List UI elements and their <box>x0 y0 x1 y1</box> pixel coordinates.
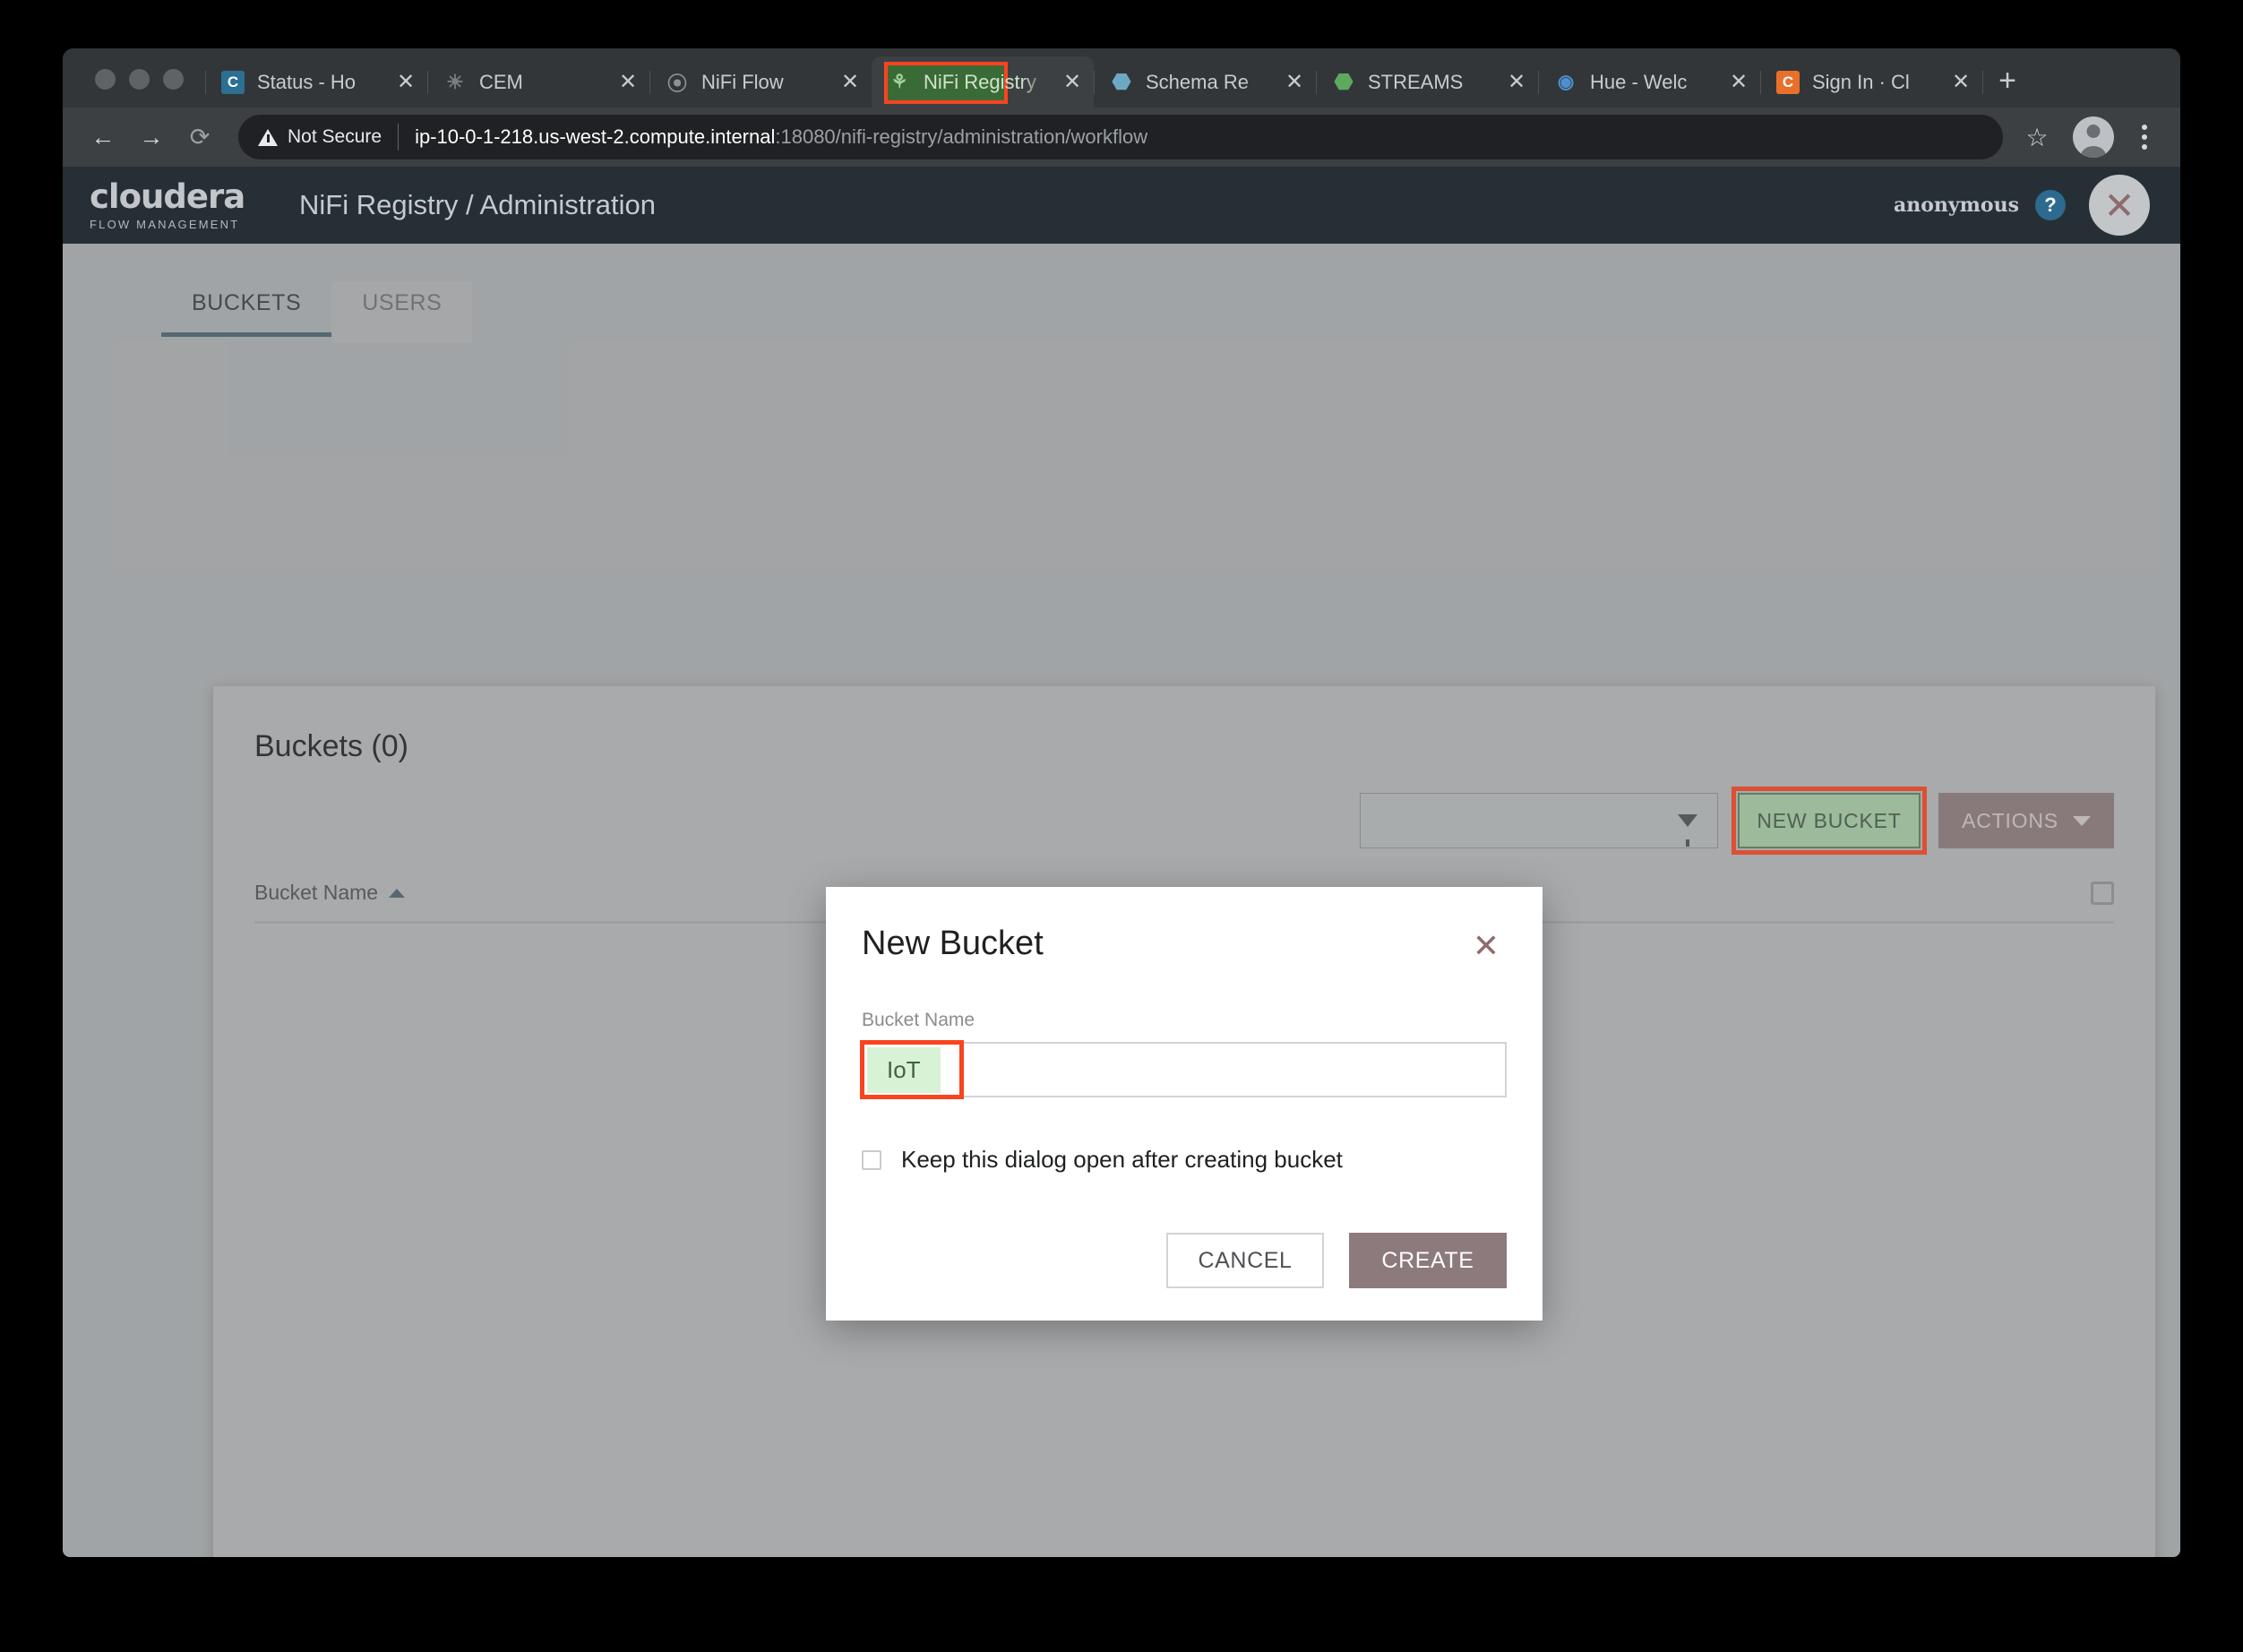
tab-title: Status - Ho <box>257 70 357 93</box>
omnibox-divider <box>398 124 400 151</box>
tab-separator <box>1760 71 1761 94</box>
tab-title: Schema Re <box>1146 70 1249 93</box>
close-window-button[interactable] <box>95 69 116 90</box>
tab-separator <box>205 71 206 94</box>
security-indicator[interactable]: Not Secure <box>258 126 382 148</box>
bucket-name-field-wrap: IoT <box>860 1040 1507 1099</box>
current-user-label: anonymous <box>1893 194 2019 217</box>
header-right-controls: anonymous ? ✕ <box>1894 175 2150 236</box>
address-bar[interactable]: Not Secure ip-10-0-1-218.us-west-2.compu… <box>238 115 2003 159</box>
keep-dialog-open-label: Keep this dialog open after creating buc… <box>901 1146 1343 1173</box>
dialog-title: New Bucket <box>862 925 1044 962</box>
keep-dialog-open-checkbox[interactable] <box>862 1149 881 1170</box>
page-title: NiFi Registry / Administration <box>299 189 656 220</box>
streams-messaging-icon: ⬣ <box>1334 70 1354 94</box>
logo-tagline: FLOW MANAGEMENT <box>90 217 240 231</box>
schema-registry-cube-icon: ⬣ <box>1112 70 1131 94</box>
close-icon[interactable]: ✕ <box>1473 925 1507 962</box>
bucket-name-label: Bucket Name <box>862 1010 975 1030</box>
create-button[interactable]: CREATE <box>1349 1233 1507 1288</box>
close-tab-button[interactable]: ✕ <box>1054 65 1090 100</box>
cloudera-blue-icon: C <box>221 70 245 94</box>
close-tab-button[interactable]: ✕ <box>1721 65 1757 100</box>
browser-tabs: C Status - Ho ✕ ☀ CEM ✕ ⦿ NiFi Flow ✕ ⚘ … <box>205 48 2180 108</box>
page-body: BUCKETS USERS Buckets (0) NEW BUCKET ACT… <box>63 244 2180 1557</box>
reload-button[interactable]: ⟳ <box>176 113 224 161</box>
nifi-drop-icon: ⦿ <box>666 72 687 95</box>
browser-tab-nifi-flow[interactable]: ⦿ NiFi Flow ✕ <box>649 56 872 108</box>
browser-tab-cem[interactable]: ☀ CEM ✕ <box>427 56 649 108</box>
tab-separator <box>1316 71 1317 94</box>
tab-title: STREAMS <box>1368 70 1464 93</box>
tab-separator <box>427 71 428 94</box>
page-viewport: cloudera FLOW MANAGEMENT NiFi Registry /… <box>63 167 2180 1557</box>
cloudera-orange-icon: C <box>1776 70 1800 94</box>
dialog-actions: CANCEL CREATE <box>862 1233 1507 1288</box>
security-label: Not Secure <box>288 126 382 147</box>
dialog-header: New Bucket ✕ <box>862 925 1507 963</box>
globe-icon: ☀ <box>446 70 464 93</box>
new-bucket-dialog: New Bucket ✕ Bucket Name IoT Keep this d… <box>826 887 1543 1321</box>
browser-toolbar: ← → ⟳ Not Secure ip-10-0-1-218.us-west-2… <box>63 108 2180 167</box>
cloudera-logo: cloudera FLOW MANAGEMENT <box>86 180 265 231</box>
close-tab-button[interactable]: ✕ <box>832 65 868 100</box>
help-icon[interactable]: ? <box>2035 190 2066 220</box>
bucket-name-value: IoT <box>867 1046 941 1093</box>
tab-separator <box>1538 71 1539 94</box>
browser-tab-sign-in[interactable]: C Sign In · Cl ✕ <box>1760 56 1982 108</box>
cancel-button[interactable]: CANCEL <box>1166 1233 1324 1288</box>
bookmark-star-icon[interactable]: ☆ <box>2012 112 2062 162</box>
tab-separator <box>1094 71 1095 94</box>
warning-triangle-icon <box>258 128 278 146</box>
browser-window: C Status - Ho ✕ ☀ CEM ✕ ⦿ NiFi Flow ✕ ⚘ … <box>63 48 2180 1557</box>
window-traffic-lights <box>77 69 205 108</box>
close-tab-button[interactable]: ✕ <box>1276 65 1312 100</box>
tab-title: CEM <box>479 70 523 93</box>
tab-separator <box>1982 71 1983 94</box>
url-text: ip-10-0-1-218.us-west-2.compute.internal… <box>415 125 1147 149</box>
browser-tab-hue[interactable]: ◉ Hue - Welc ✕ <box>1538 56 1760 108</box>
minimize-window-button[interactable] <box>129 69 150 90</box>
close-tab-button[interactable]: ✕ <box>1943 65 1979 100</box>
close-icon[interactable]: ✕ <box>2089 175 2150 236</box>
tab-strip: C Status - Ho ✕ ☀ CEM ✕ ⦿ NiFi Flow ✕ ⚘ … <box>63 48 2180 108</box>
browser-tab-status[interactable]: C Status - Ho ✕ <box>205 56 427 108</box>
forward-button[interactable]: → <box>127 113 176 161</box>
bucket-name-input[interactable]: IoT <box>862 1042 1507 1097</box>
browser-menu-icon[interactable] <box>2125 115 2164 159</box>
hue-icon: ◉ <box>1557 72 1575 92</box>
nifi-registry-icon: ⚘ <box>890 72 908 92</box>
browser-tab-nifi-registry[interactable]: ⚘ NiFi Registry ✕ <box>872 56 1094 108</box>
tab-title: NiFi Registry <box>924 70 1036 93</box>
tab-title: Sign In · Cl <box>1812 70 1910 93</box>
browser-tab-schema-registry[interactable]: ⬣ Schema Re ✕ <box>1094 56 1316 108</box>
close-tab-button[interactable]: ✕ <box>388 65 424 100</box>
tab-separator <box>649 71 650 94</box>
app-header: cloudera FLOW MANAGEMENT NiFi Registry /… <box>63 167 2180 244</box>
profile-avatar-icon[interactable] <box>2073 116 2114 158</box>
tab-title: Hue - Welc <box>1590 70 1688 93</box>
close-tab-button[interactable]: ✕ <box>1499 65 1534 100</box>
browser-tab-streams-messaging[interactable]: ⬣ STREAMS ✕ <box>1316 56 1538 108</box>
keep-dialog-open-row[interactable]: Keep this dialog open after creating buc… <box>862 1146 1507 1174</box>
back-button[interactable]: ← <box>79 113 127 161</box>
url-path: :18080/nifi-registry/administration/work… <box>775 125 1148 148</box>
maximize-window-button[interactable] <box>163 69 184 90</box>
url-host: ip-10-0-1-218.us-west-2.compute.internal <box>415 125 776 148</box>
logo-wordmark: cloudera <box>90 176 245 216</box>
close-tab-button[interactable]: ✕ <box>610 65 646 100</box>
tab-title: NiFi Flow <box>701 70 784 93</box>
new-tab-button[interactable]: + <box>1982 56 2032 106</box>
